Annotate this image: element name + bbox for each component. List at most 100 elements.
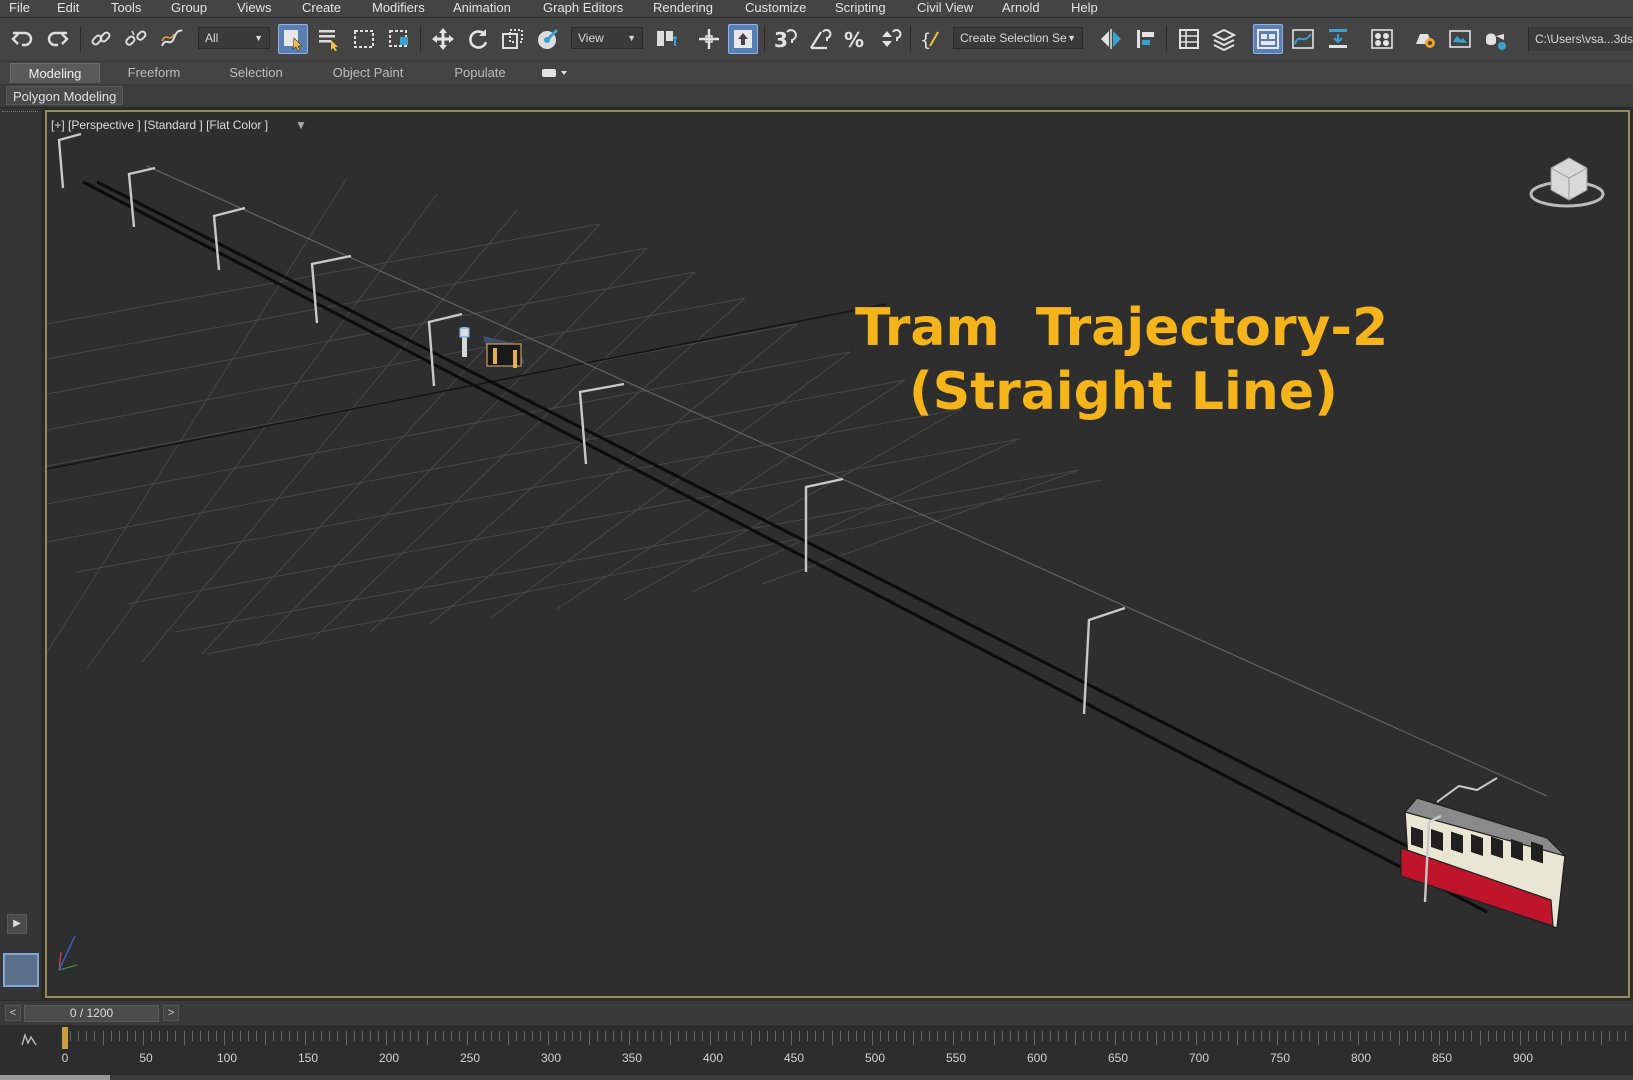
use-pivot-icon[interactable] — [652, 24, 682, 54]
select-manipulate-icon[interactable] — [694, 24, 724, 54]
overlay-title: Tram Trajectory-2 — [855, 298, 1389, 358]
expand-layout-button[interactable]: ▶ — [7, 914, 27, 934]
frame-indicator[interactable]: 0 / 1200 — [24, 1005, 159, 1022]
menu-views[interactable]: Views — [237, 0, 271, 16]
named-selection-value: Create Selection Se — [960, 31, 1067, 45]
move-icon[interactable] — [428, 24, 458, 54]
scene-explorer-icon[interactable] — [1174, 24, 1204, 54]
time-next-button[interactable]: > — [163, 1005, 179, 1021]
named-selection-dropdown[interactable]: Create Selection Se ▼ — [953, 27, 1083, 49]
toolbar-separator — [420, 26, 421, 52]
spinner-snap-icon[interactable] — [875, 24, 905, 54]
rect-selection-icon[interactable] — [349, 24, 379, 54]
status-bar-highlight — [0, 1075, 110, 1080]
schematic-view-icon[interactable] — [1323, 24, 1353, 54]
menu-graph-editors[interactable]: Graph Editors — [543, 0, 623, 16]
menu-animation[interactable]: Animation — [453, 0, 511, 16]
scale-icon[interactable] — [498, 24, 528, 54]
project-folder-path[interactable]: C:\Users\vsa...3ds — [1528, 27, 1633, 51]
material-editor-icon[interactable] — [1367, 24, 1397, 54]
viewcube-icon[interactable] — [1527, 146, 1617, 216]
bind-spacewarp-icon[interactable] — [156, 24, 186, 54]
ribbon-panel: Polygon Modeling — [0, 84, 1633, 108]
menu-edit[interactable]: Edit — [57, 0, 79, 16]
edit-named-selection-icon[interactable]: { — [916, 24, 946, 54]
axis-tripod-icon — [58, 935, 78, 971]
reference-coord-dropdown[interactable]: View ▼ — [571, 27, 643, 49]
perspective-viewport[interactable]: [+] [Perspective ] [Standard ] [Flat Col… — [45, 110, 1630, 998]
viewport-layout-slot[interactable] — [3, 953, 39, 987]
tab-selection[interactable]: Selection — [212, 63, 300, 83]
rotate-icon[interactable] — [463, 24, 493, 54]
tick-label: 900 — [1512, 1051, 1534, 1065]
menu-bar: File Edit Tools Group Views Create Modif… — [0, 0, 1633, 17]
menu-rendering[interactable]: Rendering — [653, 0, 713, 16]
menu-create[interactable]: Create — [302, 0, 341, 16]
tram-track — [82, 180, 1518, 914]
tick-label: 400 — [702, 1051, 724, 1065]
percent-snap-icon[interactable]: % — [840, 24, 870, 54]
redo-icon[interactable] — [42, 24, 72, 54]
mirror-icon[interactable] — [1096, 24, 1126, 54]
tick-label: 350 — [621, 1051, 643, 1065]
window-crossing-icon[interactable] — [384, 24, 414, 54]
open-mini-curve-editor-icon[interactable] — [20, 1032, 38, 1047]
tick-label: 650 — [1107, 1051, 1129, 1065]
time-slider-handle — [62, 1027, 68, 1049]
selection-filter-dropdown[interactable]: All ▼ — [198, 27, 270, 49]
menu-customize[interactable]: Customize — [745, 0, 806, 16]
placement-icon[interactable] — [533, 24, 563, 54]
tab-freeform[interactable]: Freeform — [110, 63, 198, 83]
select-object-icon[interactable] — [278, 24, 308, 54]
menu-group[interactable]: Group — [171, 0, 207, 16]
tick-label: 300 — [540, 1051, 562, 1065]
reference-coord-value: View — [578, 31, 604, 45]
render-production-icon[interactable] — [1480, 24, 1510, 54]
tab-modeling[interactable]: Modeling — [10, 63, 100, 83]
align-icon[interactable] — [1131, 24, 1161, 54]
chevron-down-icon: ▼ — [627, 33, 636, 43]
undo-icon[interactable] — [8, 24, 38, 54]
svg-text:%: % — [844, 28, 864, 52]
time-prev-button[interactable]: < — [5, 1005, 21, 1021]
time-slider: < 0 / 1200 > — [0, 1001, 1633, 1025]
menu-arnold[interactable]: Arnold — [1002, 0, 1040, 16]
rendered-frame-window-icon[interactable] — [1445, 24, 1475, 54]
link-icon[interactable] — [86, 24, 116, 54]
track-bar[interactable]: 0 50 100 150 200 250 300 350 400 450 500… — [0, 1025, 1633, 1080]
select-by-name-icon[interactable] — [314, 24, 344, 54]
tick-label: 450 — [783, 1051, 805, 1065]
strip-grip[interactable] — [2, 111, 38, 115]
ribbon-options-icon[interactable] — [540, 66, 570, 80]
unlink-icon[interactable] — [121, 24, 151, 54]
tab-object-paint[interactable]: Object Paint — [318, 63, 418, 83]
menu-file[interactable]: File — [9, 0, 30, 16]
layer-explorer-icon[interactable] — [1209, 24, 1239, 54]
toolbar-separator — [910, 26, 911, 52]
toolbar-separator — [1166, 26, 1167, 52]
scene-canvas — [47, 132, 1568, 929]
keyboard-shortcut-toggle-icon[interactable] — [728, 24, 758, 54]
menu-help[interactable]: Help — [1071, 0, 1098, 16]
chevron-down-icon: ▼ — [254, 33, 263, 43]
polygon-modeling-panel[interactable]: Polygon Modeling — [6, 86, 124, 105]
menu-civil-view[interactable]: Civil View — [917, 0, 973, 16]
menu-modifiers[interactable]: Modifiers — [372, 0, 425, 16]
menu-tools[interactable]: Tools — [111, 0, 141, 16]
viewport-label[interactable]: [+] [Perspective ] [Standard ] [Flat Col… — [51, 118, 268, 132]
tick-label: 150 — [297, 1051, 319, 1065]
play-icon: ▶ — [13, 918, 21, 929]
tram-model — [1400, 777, 1568, 929]
curve-editor-icon[interactable] — [1288, 24, 1318, 54]
menu-scripting[interactable]: Scripting — [835, 0, 886, 16]
overlay-subtitle: (Straight Line) — [909, 362, 1338, 422]
tick-label: 600 — [1026, 1051, 1048, 1065]
angle-snap-icon[interactable] — [805, 24, 835, 54]
ruler-ticks — [62, 1027, 1626, 1049]
tab-populate[interactable]: Populate — [436, 63, 524, 83]
filter-icon[interactable]: ▼ — [295, 118, 307, 132]
ribbon-toggle-icon[interactable] — [1253, 24, 1283, 54]
snaps-toggle-icon[interactable]: 3 — [770, 24, 800, 54]
render-setup-icon[interactable] — [1410, 24, 1440, 54]
frame-ruler[interactable]: 0 50 100 150 200 250 300 350 400 450 500… — [62, 1025, 1633, 1080]
